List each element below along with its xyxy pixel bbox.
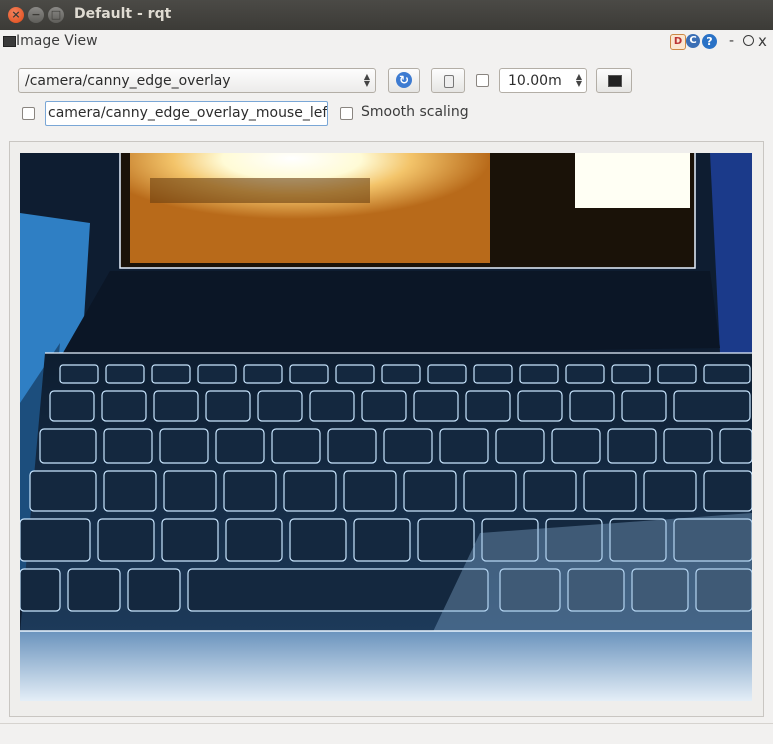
save-icon (444, 75, 454, 88)
maximize-window-button[interactable]: □ (48, 7, 64, 23)
refresh-icon: ↻ (396, 72, 412, 88)
canny-edge-overlay-image (20, 153, 752, 701)
dock-close-button[interactable]: x (758, 32, 767, 50)
dock-header: Image View D C ? - x (0, 30, 773, 54)
spin-arrows-icon: ▲ ▼ (575, 72, 582, 88)
help-icon[interactable]: ? (702, 34, 717, 49)
zoom-checkbox[interactable] (476, 74, 489, 87)
rotation-spinbox[interactable]: 10.00m ▲ ▼ (499, 68, 587, 93)
rotation-spinbox-value: 10.00m (508, 73, 562, 89)
topic-select-value: /camera/canny_edge_overlay (25, 73, 231, 89)
dock-reload-button[interactable]: C (686, 34, 700, 48)
combo-arrows-icon: ▲ ▼ (363, 72, 370, 88)
dock-float-button[interactable] (743, 35, 754, 46)
topic-select[interactable]: /camera/canny_edge_overlay ▲ ▼ (18, 68, 376, 93)
smooth-scaling-checkbox[interactable] (340, 107, 353, 120)
monitor-icon (608, 75, 622, 87)
window-title: Default - rqt (74, 6, 172, 22)
minimize-window-button[interactable]: − (28, 7, 44, 23)
publish-mouse-checkbox[interactable] (22, 107, 35, 120)
status-separator (0, 723, 773, 724)
camera-image[interactable] (20, 153, 752, 701)
window-titlebar: × − □ Default - rqt (0, 0, 773, 30)
dock-title: Image View (16, 33, 98, 49)
dock-d-button[interactable]: D (670, 34, 686, 50)
save-image-button[interactable] (431, 68, 465, 93)
smooth-scaling-label: Smooth scaling (361, 104, 469, 120)
image-view-plugin-icon (3, 36, 16, 47)
close-window-button[interactable]: × (8, 7, 24, 23)
refresh-topics-button[interactable]: ↻ (388, 68, 420, 93)
dynamic-range-button[interactable] (596, 68, 632, 93)
mouse-topic-input[interactable]: camera/canny_edge_overlay_mouse_left (45, 101, 328, 126)
dock-minimize-button[interactable]: - (729, 33, 734, 49)
